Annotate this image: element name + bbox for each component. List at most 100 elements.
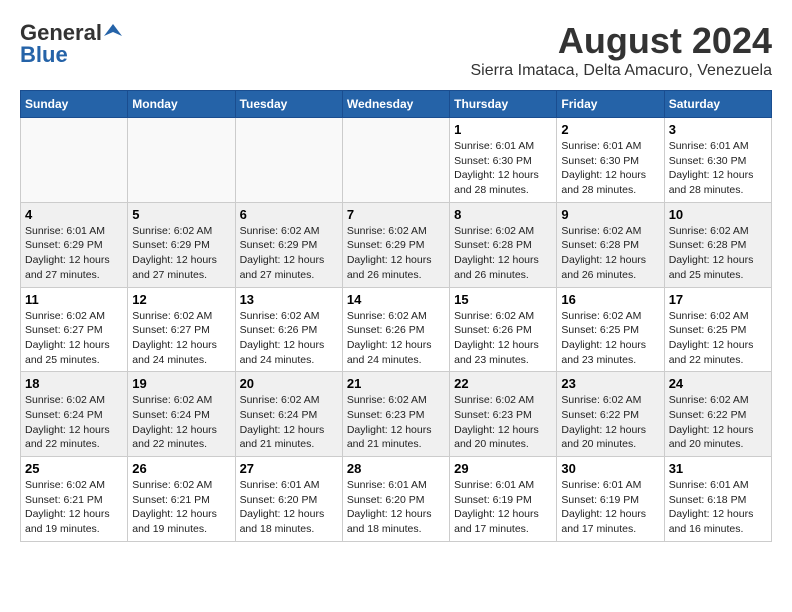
calendar-day-cell: 13Sunrise: 6:02 AM Sunset: 6:26 PM Dayli… xyxy=(235,287,342,372)
day-number: 20 xyxy=(240,376,338,391)
day-number: 10 xyxy=(669,207,767,222)
day-info: Sunrise: 6:02 AM Sunset: 6:22 PM Dayligh… xyxy=(669,393,767,452)
day-info: Sunrise: 6:02 AM Sunset: 6:28 PM Dayligh… xyxy=(561,224,659,283)
day-info: Sunrise: 6:01 AM Sunset: 6:30 PM Dayligh… xyxy=(454,139,552,198)
day-number: 25 xyxy=(25,461,123,476)
calendar-day-cell: 11 Sunrise: 6:02 AM Sunset: 6:27 PM Dayli… xyxy=(21,287,128,372)
day-number: 23 xyxy=(561,376,659,391)
day-number: 3 xyxy=(669,122,767,137)
day-info: Sunrise: 6:02 AM Sunset: 6:28 PM Dayligh… xyxy=(454,224,552,283)
day-number: 13 xyxy=(240,292,338,307)
day-number: 7 xyxy=(347,207,445,222)
day-info: Sunrise: 6:02 AM Sunset: 6:27 PM Dayligh… xyxy=(25,309,123,368)
day-number: 4 xyxy=(25,207,123,222)
calendar-header-thursday: Thursday xyxy=(450,91,557,118)
day-number: 15 xyxy=(454,292,552,307)
calendar-day-cell: 19 Sunrise: 6:02 AM Sunset: 6:24 PM Dayli… xyxy=(128,372,235,457)
day-info: Sunrise: 6:01 AM Sunset: 6:19 PM Dayligh… xyxy=(454,478,552,537)
day-number: 31 xyxy=(669,461,767,476)
calendar-header-wednesday: Wednesday xyxy=(342,91,449,118)
calendar-day-cell: 18 Sunrise: 6:02 AM Sunset: 6:24 PM Dayli… xyxy=(21,372,128,457)
calendar-day-cell: 29 Sunrise: 6:01 AM Sunset: 6:19 PM Dayli… xyxy=(450,457,557,542)
day-info: Sunrise: 6:02 AM Sunset: 6:28 PM Dayligh… xyxy=(669,224,767,283)
day-number: 8 xyxy=(454,207,552,222)
day-number: 28 xyxy=(347,461,445,476)
day-info: Sunrise: 6:02 AM Sunset: 6:29 PM Dayligh… xyxy=(240,224,338,283)
day-info: Sunrise: 6:02 AM Sunset: 6:21 PM Dayligh… xyxy=(25,478,123,537)
day-number: 14 xyxy=(347,292,445,307)
day-number: 11 xyxy=(25,292,123,307)
day-info: Sunrise: 6:02 AM Sunset: 6:26 PM Dayligh… xyxy=(454,309,552,368)
day-info: Sunrise: 6:01 AM Sunset: 6:20 PM Dayligh… xyxy=(240,478,338,537)
calendar-day-cell: 26Sunrise: 6:02 AM Sunset: 6:21 PM Dayli… xyxy=(128,457,235,542)
calendar-header-sunday: Sunday xyxy=(21,91,128,118)
day-info: Sunrise: 6:02 AM Sunset: 6:23 PM Dayligh… xyxy=(454,393,552,452)
calendar-header-row: SundayMondayTuesdayWednesdayThursdayFrid… xyxy=(21,91,772,118)
calendar-day-cell: 24 Sunrise: 6:02 AM Sunset: 6:22 PM Dayli… xyxy=(664,372,771,457)
day-number: 30 xyxy=(561,461,659,476)
day-info: Sunrise: 6:02 AM Sunset: 6:25 PM Dayligh… xyxy=(669,309,767,368)
calendar-day-cell xyxy=(128,118,235,203)
day-info: Sunrise: 6:02 AM Sunset: 6:25 PM Dayligh… xyxy=(561,309,659,368)
day-info: Sunrise: 6:02 AM Sunset: 6:29 PM Dayligh… xyxy=(132,224,230,283)
calendar-day-cell: 7 Sunrise: 6:02 AM Sunset: 6:29 PM Daylig… xyxy=(342,202,449,287)
calendar-day-cell: 14 Sunrise: 6:02 AM Sunset: 6:26 PM Dayli… xyxy=(342,287,449,372)
calendar-week-row: 1 Sunrise: 6:01 AM Sunset: 6:30 PM Daylig… xyxy=(21,118,772,203)
day-number: 27 xyxy=(240,461,338,476)
title-area: August 2024 Sierra Imataca, Delta Amacur… xyxy=(471,20,773,80)
calendar-header-saturday: Saturday xyxy=(664,91,771,118)
calendar-day-cell: 16Sunrise: 6:02 AM Sunset: 6:25 PM Dayli… xyxy=(557,287,664,372)
calendar-day-cell: 5Sunrise: 6:02 AM Sunset: 6:29 PM Daylig… xyxy=(128,202,235,287)
calendar-day-cell: 6 Sunrise: 6:02 AM Sunset: 6:29 PM Daylig… xyxy=(235,202,342,287)
day-info: Sunrise: 6:01 AM Sunset: 6:20 PM Dayligh… xyxy=(347,478,445,537)
calendar-day-cell: 15 Sunrise: 6:02 AM Sunset: 6:26 PM Dayli… xyxy=(450,287,557,372)
calendar-header-tuesday: Tuesday xyxy=(235,91,342,118)
calendar-day-cell xyxy=(235,118,342,203)
calendar-day-cell: 3 Sunrise: 6:01 AM Sunset: 6:30 PM Daylig… xyxy=(664,118,771,203)
day-info: Sunrise: 6:02 AM Sunset: 6:24 PM Dayligh… xyxy=(132,393,230,452)
calendar-day-cell: 20Sunrise: 6:02 AM Sunset: 6:24 PM Dayli… xyxy=(235,372,342,457)
day-number: 29 xyxy=(454,461,552,476)
day-number: 18 xyxy=(25,376,123,391)
day-info: Sunrise: 6:01 AM Sunset: 6:18 PM Dayligh… xyxy=(669,478,767,537)
main-title: August 2024 xyxy=(471,20,773,62)
logo: General Blue xyxy=(20,20,122,68)
day-info: Sunrise: 6:02 AM Sunset: 6:22 PM Dayligh… xyxy=(561,393,659,452)
day-info: Sunrise: 6:01 AM Sunset: 6:30 PM Dayligh… xyxy=(561,139,659,198)
day-info: Sunrise: 6:02 AM Sunset: 6:29 PM Dayligh… xyxy=(347,224,445,283)
calendar-day-cell: 9 Sunrise: 6:02 AM Sunset: 6:28 PM Daylig… xyxy=(557,202,664,287)
day-info: Sunrise: 6:01 AM Sunset: 6:19 PM Dayligh… xyxy=(561,478,659,537)
calendar-header-friday: Friday xyxy=(557,91,664,118)
calendar-day-cell: 21Sunrise: 6:02 AM Sunset: 6:23 PM Dayli… xyxy=(342,372,449,457)
calendar-table: SundayMondayTuesdayWednesdayThursdayFrid… xyxy=(20,90,772,542)
calendar-week-row: 25 Sunrise: 6:02 AM Sunset: 6:21 PM Dayli… xyxy=(21,457,772,542)
calendar-day-cell: 10 Sunrise: 6:02 AM Sunset: 6:28 PM Dayli… xyxy=(664,202,771,287)
calendar-day-cell: 22 Sunrise: 6:02 AM Sunset: 6:23 PM Dayli… xyxy=(450,372,557,457)
day-info: Sunrise: 6:02 AM Sunset: 6:27 PM Dayligh… xyxy=(132,309,230,368)
calendar-day-cell xyxy=(21,118,128,203)
day-number: 24 xyxy=(669,376,767,391)
calendar-day-cell: 17 Sunrise: 6:02 AM Sunset: 6:25 PM Dayli… xyxy=(664,287,771,372)
day-number: 21 xyxy=(347,376,445,391)
day-number: 19 xyxy=(132,376,230,391)
day-info: Sunrise: 6:02 AM Sunset: 6:26 PM Dayligh… xyxy=(347,309,445,368)
calendar-day-cell: 27 Sunrise: 6:01 AM Sunset: 6:20 PM Dayli… xyxy=(235,457,342,542)
calendar-week-row: 4Sunrise: 6:01 AM Sunset: 6:29 PM Daylig… xyxy=(21,202,772,287)
day-info: Sunrise: 6:02 AM Sunset: 6:24 PM Dayligh… xyxy=(25,393,123,452)
day-info: Sunrise: 6:02 AM Sunset: 6:21 PM Dayligh… xyxy=(132,478,230,537)
day-number: 1 xyxy=(454,122,552,137)
day-number: 9 xyxy=(561,207,659,222)
calendar-day-cell: 31 Sunrise: 6:01 AM Sunset: 6:18 PM Dayli… xyxy=(664,457,771,542)
sub-title: Sierra Imataca, Delta Amacuro, Venezuela xyxy=(471,62,773,80)
day-number: 6 xyxy=(240,207,338,222)
day-number: 22 xyxy=(454,376,552,391)
calendar-day-cell: 23 Sunrise: 6:02 AM Sunset: 6:22 PM Dayli… xyxy=(557,372,664,457)
calendar-day-cell: 8 Sunrise: 6:02 AM Sunset: 6:28 PM Daylig… xyxy=(450,202,557,287)
logo-bird-icon xyxy=(104,22,122,40)
calendar-day-cell: 2Sunrise: 6:01 AM Sunset: 6:30 PM Daylig… xyxy=(557,118,664,203)
calendar-day-cell: 28 Sunrise: 6:01 AM Sunset: 6:20 PM Dayli… xyxy=(342,457,449,542)
day-number: 17 xyxy=(669,292,767,307)
calendar-day-cell: 25 Sunrise: 6:02 AM Sunset: 6:21 PM Dayli… xyxy=(21,457,128,542)
day-info: Sunrise: 6:01 AM Sunset: 6:30 PM Dayligh… xyxy=(669,139,767,198)
calendar-day-cell: 30 Sunrise: 6:01 AM Sunset: 6:19 PM Dayli… xyxy=(557,457,664,542)
